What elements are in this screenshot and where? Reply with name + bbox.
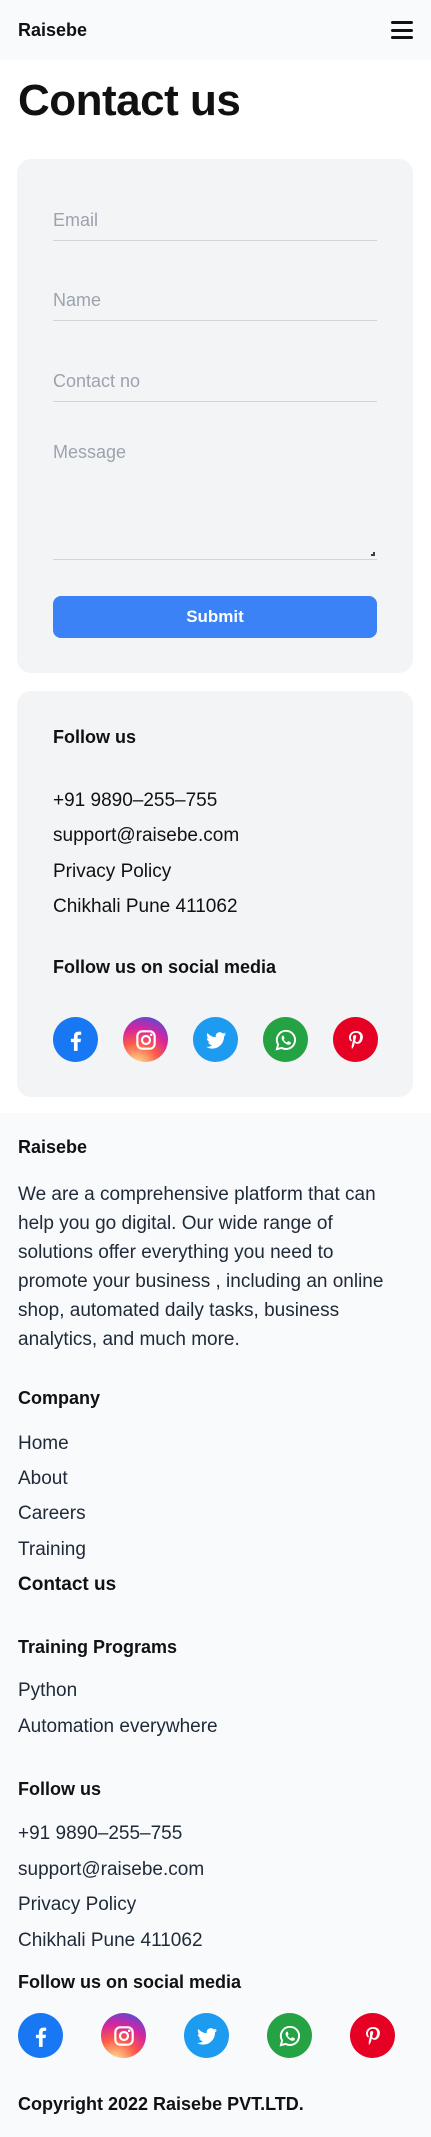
footer-link-python[interactable]: Python: [18, 1680, 77, 1702]
top-navbar: Raisebe: [0, 0, 431, 60]
facebook-icon[interactable]: [18, 2013, 63, 2058]
footer-link-careers[interactable]: Careers: [18, 1503, 86, 1525]
social-media-heading: Follow us on social media: [53, 957, 277, 977]
follow-us-card: Follow us +91 9890–255–755 support@raise…: [17, 691, 413, 1097]
copyright-text: Copyright 2022 Raisebe PVT.LTD.: [18, 2094, 304, 2114]
social-icons-row: [53, 1017, 378, 1062]
site-footer: Raisebe We are a comprehensive platform …: [0, 1113, 431, 2137]
instagram-icon[interactable]: [101, 2013, 146, 2058]
email-field-wrapper: [53, 201, 377, 241]
contact-form-card: Submit: [17, 159, 413, 673]
footer-link-about[interactable]: About: [18, 1468, 68, 1490]
twitter-icon[interactable]: [184, 2013, 229, 2058]
message-field-wrapper: [53, 442, 377, 560]
footer-link-training[interactable]: Training: [18, 1539, 86, 1561]
contact-field-wrapper: [53, 362, 377, 402]
footer-privacy-policy-link[interactable]: Privacy Policy: [18, 1894, 136, 1916]
company-heading: Company: [18, 1388, 101, 1408]
privacy-policy-link[interactable]: Privacy Policy: [53, 861, 171, 883]
footer-about-text: We are a comprehensive platform that can…: [18, 1184, 384, 1350]
follow-us-heading: Follow us: [53, 727, 136, 747]
support-email-link[interactable]: support@raisebe.com: [53, 825, 239, 847]
brand-logo-link[interactable]: Raisebe: [18, 20, 87, 41]
pinterest-icon[interactable]: [333, 1017, 378, 1062]
footer-address-text: Chikhali Pune 411062: [18, 1930, 203, 1951]
name-field-wrapper: [53, 281, 377, 321]
phone-link[interactable]: +91 9890–255–755: [53, 790, 217, 812]
footer-social-icons-row: [18, 2013, 395, 2058]
training-programs-heading: Training Programs: [18, 1637, 178, 1657]
textarea-resize-handle[interactable]: [371, 552, 375, 556]
whatsapp-icon[interactable]: [267, 2013, 312, 2058]
twitter-icon[interactable]: [193, 1017, 238, 1062]
page-title: Contact us: [18, 76, 241, 125]
submit-button[interactable]: Submit: [53, 596, 377, 638]
footer-link-contact-us[interactable]: Contact us: [18, 1574, 116, 1596]
footer-social-media-heading: Follow us on social media: [18, 1972, 242, 1992]
hamburger-menu-icon[interactable]: [391, 21, 413, 39]
contact-no-field[interactable]: [53, 362, 377, 401]
footer-phone-link[interactable]: +91 9890–255–755: [18, 1823, 182, 1845]
footer-link-home[interactable]: Home: [18, 1433, 69, 1455]
facebook-icon[interactable]: [53, 1017, 98, 1062]
name-field[interactable]: [53, 281, 377, 320]
footer-support-email-link[interactable]: support@raisebe.com: [18, 1859, 204, 1881]
message-field[interactable]: [53, 442, 377, 559]
footer-follow-us-heading: Follow us: [18, 1779, 101, 1799]
whatsapp-icon[interactable]: [263, 1017, 308, 1062]
email-field[interactable]: [53, 201, 377, 240]
address-text: Chikhali Pune 411062: [53, 896, 238, 917]
pinterest-icon[interactable]: [350, 2013, 395, 2058]
instagram-icon[interactable]: [123, 1017, 168, 1062]
footer-link-automation-everywhere[interactable]: Automation everywhere: [18, 1716, 218, 1738]
footer-brand: Raisebe: [18, 1137, 88, 1157]
